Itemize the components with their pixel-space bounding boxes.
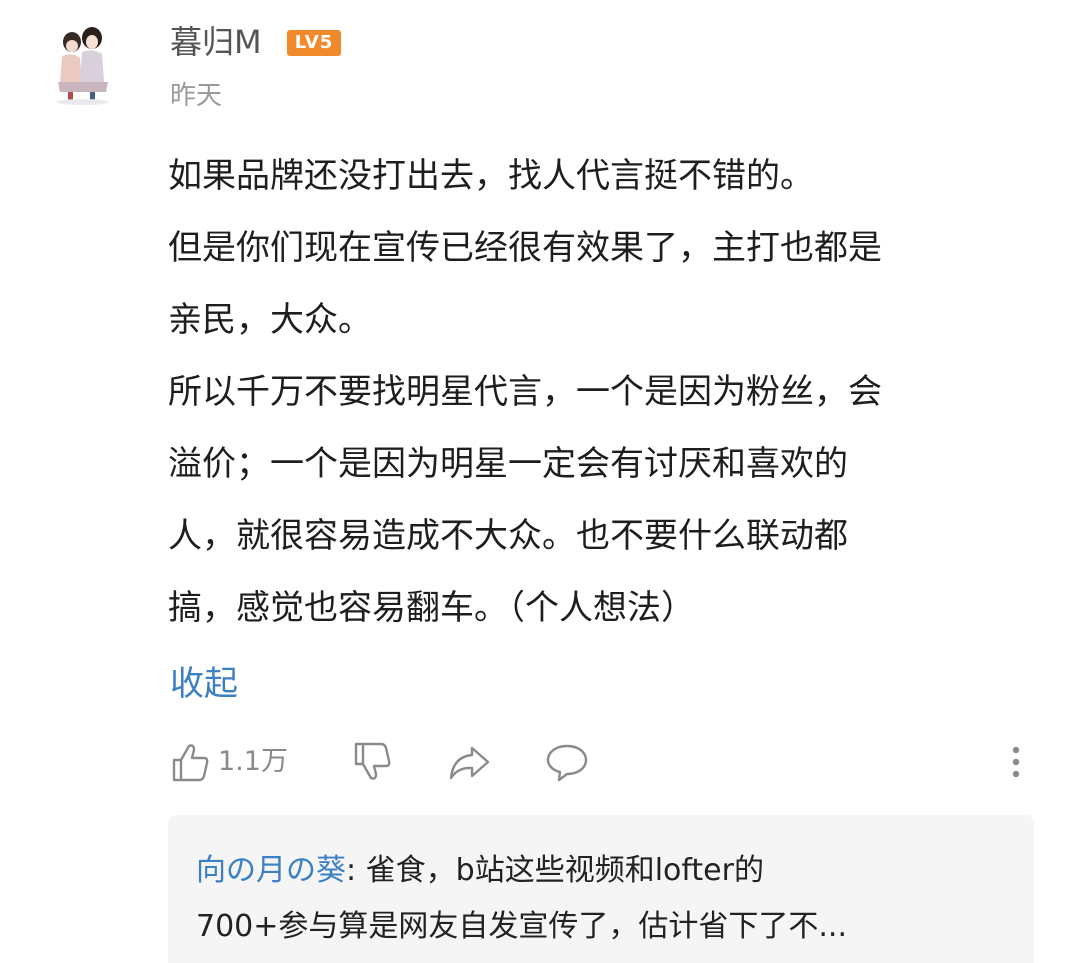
reply-content: 雀食，b站这些视频和lofter的 [365, 853, 764, 888]
collapse-link[interactable]: 收起 [170, 656, 238, 712]
thumbs-down-icon [354, 742, 391, 780]
share-button[interactable] [446, 734, 492, 790]
timestamp: 昨天 [170, 81, 223, 111]
comment-line: 溢价；一个是因为明星一定会有讨厌和喜欢的 [168, 444, 848, 484]
level-badge: LV5 [287, 30, 341, 56]
like-count: 1.1万 [218, 746, 288, 777]
reply-button[interactable] [544, 734, 590, 790]
comment-icon [546, 744, 588, 782]
reply-line: 向の月の葵: 雀食，b站这些视频和lofter的 [196, 843, 1016, 899]
dislike-button[interactable] [350, 734, 394, 790]
thumbs-up-icon [172, 744, 209, 782]
action-bar: 1.1万 [164, 734, 1044, 790]
reply-separator: : [346, 853, 366, 888]
avatar-illustration [57, 27, 109, 105]
reply-preview[interactable]: 向の月の葵: 雀食，b站这些视频和lofter的 700+参与算是网友自发宣传了… [168, 815, 1034, 963]
comment-text: 如果品牌还没打出去，找人代言挺不错的。 但是你们现在宣传已经很有效果了，主打也都… [168, 140, 1048, 644]
comment-line: 但是你们现在宣传已经很有效果了，主打也都是 [168, 228, 882, 268]
avatar[interactable] [50, 22, 116, 106]
username[interactable]: 暮归M [170, 20, 262, 64]
comment-line: 所以千万不要找明星代言，一个是因为粉丝，会 [168, 372, 882, 412]
comment-line: 如果品牌还没打出去，找人代言挺不错的。 [168, 156, 814, 196]
comment-line: 搞，感觉也容易翻车。（个人想法） [168, 588, 695, 628]
reply-line: 700+参与算是网友自发宣传了，估计省下了不... [196, 909, 848, 944]
comment-line: 人，就很容易造成不大众。也不要什么联动都 [168, 516, 848, 556]
reply-author[interactable]: 向の月の葵 [196, 853, 346, 888]
more-icon [1012, 746, 1020, 778]
comment-line: 亲民，大众。 [168, 300, 372, 340]
share-icon [449, 746, 490, 780]
like-button[interactable]: 1.1万 [168, 734, 288, 790]
reply-text: 向の月の葵: 雀食，b站这些视频和lofter的 700+参与算是网友自发宣传了… [196, 843, 1016, 955]
more-options-button[interactable] [1004, 734, 1028, 790]
